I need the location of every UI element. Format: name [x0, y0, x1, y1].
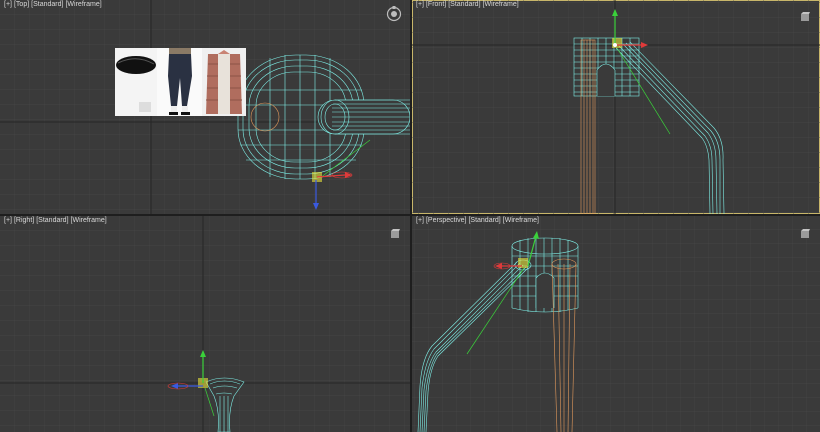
display-mode-label[interactable]: [Wireframe]: [503, 217, 539, 224]
view-type-label[interactable]: [Right]: [14, 217, 34, 224]
view-type-label[interactable]: [Front]: [426, 1, 446, 8]
viewport-menu-button[interactable]: [+]: [416, 217, 424, 224]
viewport-label-perspective[interactable]: [+] [Perspective] [Standard] [Wireframe]: [416, 217, 541, 224]
viewport-menu-button[interactable]: [+]: [4, 1, 12, 8]
viewport-label-front[interactable]: [+] [Front] [Standard] [Wireframe]: [416, 1, 521, 8]
viewcube-icon[interactable]: [800, 226, 810, 238]
viewport-label-right[interactable]: [+] [Right] [Standard] [Wireframe]: [4, 217, 109, 224]
display-mode-label[interactable]: [Wireframe]: [483, 1, 519, 8]
viewport-perspective[interactable]: [+] [Perspective] [Standard] [Wireframe]: [412, 216, 820, 432]
hat-photo: [115, 48, 157, 116]
shading-preset-label[interactable]: [Standard]: [448, 1, 480, 8]
view-type-label[interactable]: [Top]: [14, 1, 29, 8]
view-type-label[interactable]: [Perspective]: [426, 217, 466, 224]
shading-preset-label[interactable]: [Standard]: [36, 217, 68, 224]
viewport-right[interactable]: [+] [Right] [Standard] [Wireframe]: [0, 216, 410, 432]
puffer-jacket-photo: [202, 48, 246, 116]
viewport-label-top[interactable]: [+] [Top] [Standard] [Wireframe]: [4, 1, 104, 8]
shading-preset-label[interactable]: [Standard]: [31, 1, 63, 8]
viewcube-icon[interactable]: [800, 9, 810, 21]
viewport-menu-button[interactable]: [+]: [4, 217, 12, 224]
viewport-menu-button[interactable]: [+]: [416, 1, 424, 8]
grid-perspective: [412, 216, 820, 432]
grid-right: [0, 216, 410, 432]
viewcube-icon[interactable]: [390, 226, 400, 238]
trousers-photo: [157, 48, 202, 116]
shading-preset-label[interactable]: [Standard]: [468, 217, 500, 224]
steering-wheel-icon[interactable]: [386, 6, 402, 22]
viewport-front[interactable]: [+] [Front] [Standard] [Wireframe]: [412, 0, 820, 214]
display-mode-label[interactable]: [Wireframe]: [71, 217, 107, 224]
viewport-top[interactable]: [+] [Top] [Standard] [Wireframe]: [0, 0, 410, 214]
display-mode-label[interactable]: [Wireframe]: [65, 1, 101, 8]
reference-image: [115, 48, 246, 116]
grid-front: [412, 0, 820, 214]
